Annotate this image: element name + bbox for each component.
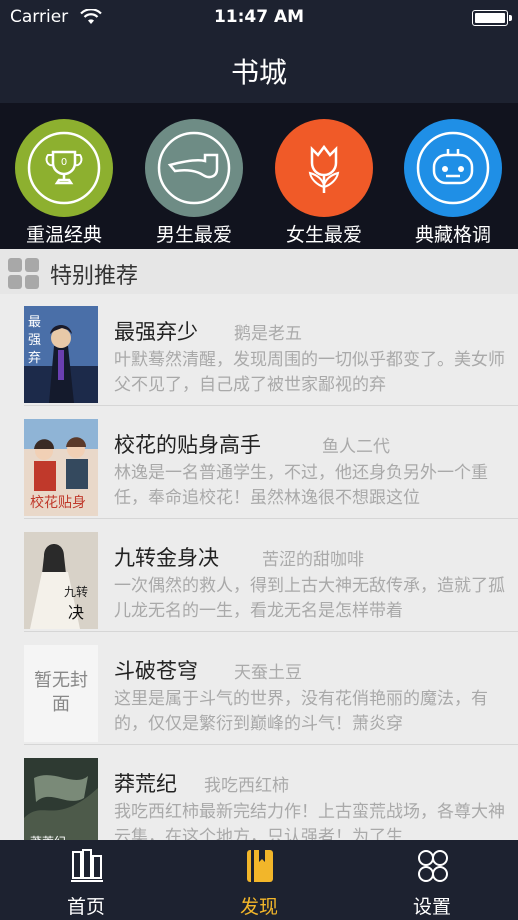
category-icon-bg [145,119,243,217]
settings-icon [418,850,448,882]
tulip-icon [308,144,340,193]
category-label: 男生最爱 [155,224,232,246]
clock: 11:47 AM [213,7,305,27]
svg-text:最: 最 [28,315,41,330]
book-description: 我吃西红柿最新完结力作！上古蛮荒战场，各尊大神云集，在这个地方，只认强者！为了生 [114,802,505,840]
category-row: 0 重温经典 男生最爱 女生最爱 典藏格调 [0,103,518,249]
divider [24,405,518,406]
book-cover: 校花贴身 [24,419,98,516]
list-item[interactable]: 最 强 弃 最强弃少 鹅是老五 叶默蓦然清醒，发现周围的一切似乎都变了。美女师父… [0,294,518,406]
category-label: 典藏格调 [414,224,491,246]
list-item[interactable]: 九转 决 九转金身决 苦涩的甜咖啡 一次偶然的救人，得到上古大神无敌传承，造就了… [0,520,518,632]
book-title: 莽荒纪 [114,772,177,796]
svg-text:0: 0 [61,157,67,168]
pipe-icon [157,131,231,205]
robot-icon [416,131,490,205]
book-author: 苦涩的甜咖啡 [262,550,364,570]
tab-discover[interactable]: 发现 [173,840,345,920]
book-list[interactable]: 最 强 弃 最强弃少 鹅是老五 叶默蓦然清醒，发现周围的一切似乎都变了。美女师父… [0,294,518,840]
book-title: 九转金身决 [114,546,219,570]
category-boys[interactable]: 男生最爱 [130,119,260,246]
book-author: 鹅是老五 [234,324,302,344]
book-title: 斗破苍穹 [114,659,198,683]
status-bar: Carrier 11:47 AM [0,0,518,36]
tab-label: 发现 [239,896,278,918]
category-classic[interactable]: 0 重温经典 [0,119,130,246]
category-label: 重温经典 [25,224,102,246]
category-label: 女生最爱 [285,224,362,246]
svg-text:九转: 九转 [64,584,88,599]
book-title: 最强弃少 [114,320,198,344]
category-girls[interactable]: 女生最爱 [260,119,390,246]
no-cover-placeholder: 暂无封面 [24,645,98,742]
book-author: 天蚕土豆 [234,663,302,683]
category-icon-bg [275,119,373,217]
grid-icon [8,258,40,290]
book-description: 叶默蓦然清醒，发现周围的一切似乎都变了。美女师父不见了，自己成了被世家鄙视的弃 [114,350,505,395]
category-icon-bg: 0 [15,119,113,217]
svg-text:校花贴身: 校花贴身 [30,494,86,511]
divider [24,518,518,519]
bookshelf-icon [71,849,103,882]
book-cover: 最 强 弃 [24,306,98,403]
divider [24,631,518,632]
divider [24,744,518,745]
book-cover: 九转 决 [24,532,98,629]
svg-text:强: 强 [28,333,41,348]
book-author: 我吃西红柿 [204,776,289,796]
book-title: 校花的贴身高手 [114,433,261,457]
svg-text:决: 决 [68,603,84,622]
tab-label: 设置 [412,896,451,918]
book-author: 鱼人二代 [322,437,390,457]
list-item[interactable]: 暂无封面 斗破苍穹 天蚕土豆 这里是属于斗气的世界，没有花俏艳丽的魔法，有的，仅… [0,633,518,745]
tab-settings[interactable]: 设置 [346,840,518,920]
category-icon-bg [404,119,502,217]
battery-icon [472,10,512,26]
trophy-icon: 0 [27,131,101,205]
book-icon [247,850,273,882]
book-description: 这里是属于斗气的世界，没有花俏艳丽的魔法，有的，仅仅是繁衍到巅峰的斗气！萧炎穿 [114,689,488,734]
page-title: 书城 [230,56,287,89]
tab-bar: 首页 发现 设置 [0,840,518,920]
book-description: 一次偶然的救人，得到上古大神无敌传承，造就了孤儿龙无名的一生，看龙无名是怎样带着 [114,576,505,621]
category-collection[interactable]: 典藏格调 [389,119,518,246]
section-title: 特别推荐 [50,264,139,289]
navigation-bar: 书城 [0,36,518,103]
tab-label: 首页 [66,896,105,918]
book-description: 林逸是一名普通学生，不过，他还身负另外一个重任，奉命追校花！虽然林逸很不想跟这位 [114,463,488,508]
section-header: 特别推荐 [0,249,518,294]
svg-text:弃: 弃 [28,351,41,366]
book-cover: 莽荒纪 [24,758,98,840]
list-item[interactable]: 莽荒纪 莽荒纪 我吃西红柿 我吃西红柿最新完结力作！上古蛮荒战场，各尊大神云集，… [0,746,518,840]
tab-home[interactable]: 首页 [0,840,172,920]
list-item[interactable]: 校花贴身 校花的贴身高手 鱼人二代 林逸是一名普通学生，不过，他还身负另外一个重… [0,407,518,519]
